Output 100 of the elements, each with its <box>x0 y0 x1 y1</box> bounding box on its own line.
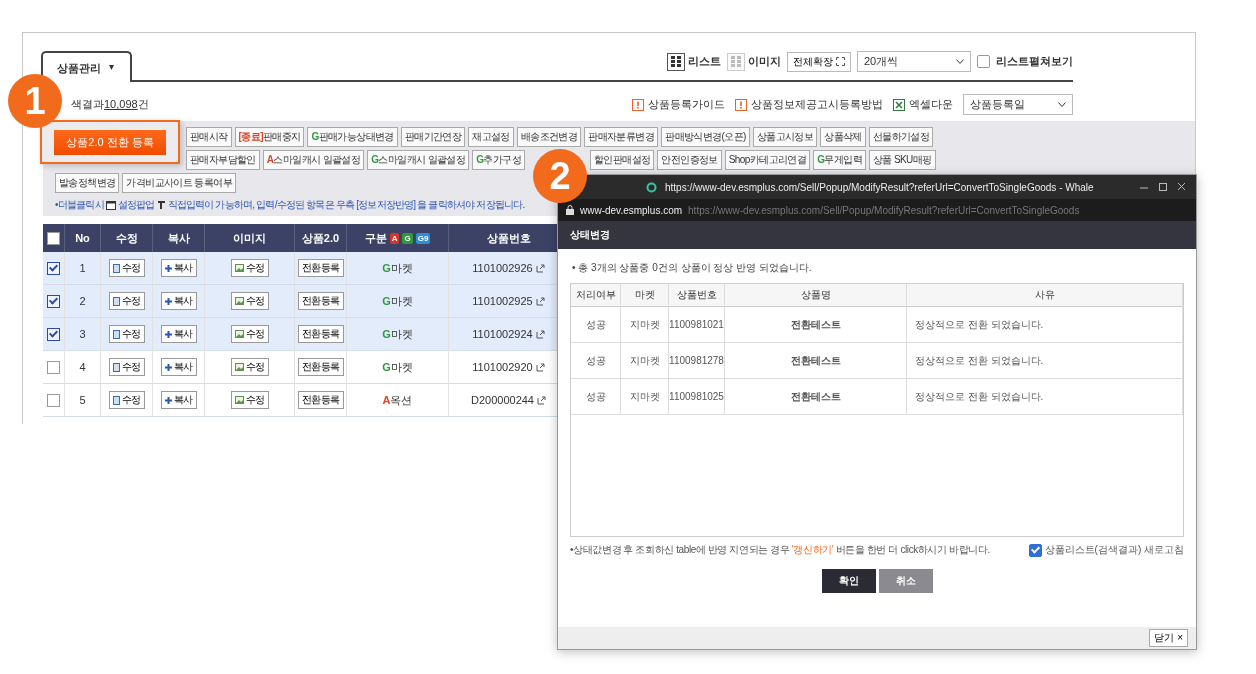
column-header: 복사 <box>153 224 205 252</box>
action-button[interactable]: 판매시작 <box>186 127 232 147</box>
result-message: • 총 3개의 상품중 0건의 상품이 정상 반영 되었습니다. <box>571 261 813 275</box>
column-header: No <box>65 224 101 252</box>
column-header: 구분 A G G9 <box>347 224 449 252</box>
convert-button[interactable]: 전환등록 <box>297 358 344 376</box>
market-badge: G9 <box>415 232 431 244</box>
action-button[interactable]: 상품 SKU매핑 <box>868 150 936 170</box>
sort-select[interactable]: 상품등록일 <box>963 94 1073 115</box>
address-domain: www-dev.esmplus.com <box>580 204 683 216</box>
action-button[interactable]: G추가구성 <box>472 150 525 170</box>
help-text: 직접입력이 가능하며, 입력/수정된 항목은 우측 [정보저장반영] 을 클릭하셔야 저장됩니다. <box>167 198 525 212</box>
refresh-label: 상품리스트(검색결과) 새로고침 <box>1044 543 1184 557</box>
copy-button[interactable]: 복사 <box>160 325 197 343</box>
window-title: https://www-dev.esmplus.com/Sell/Popup/ModifyResult?referUrl=ConvertToSingleGoods - Whale <box>665 181 1095 193</box>
table-cell: 지마켓 <box>621 379 669 415</box>
edit-button[interactable]: 수정 <box>108 325 145 343</box>
edit-button[interactable]: 수정 <box>108 358 145 376</box>
table-cell: G마켓 <box>347 285 449 318</box>
expand-button[interactable]: 전체확장 <box>787 51 851 72</box>
column-header: 상품2.0 <box>295 224 347 252</box>
table-cell: 4 <box>65 351 101 384</box>
convert-button[interactable]: 전환등록 <box>297 391 344 409</box>
market-badge: A <box>389 232 400 244</box>
guide-link[interactable]: 상품정보제공고시등록방법 <box>735 97 883 112</box>
table-cell: 1101002920 <box>472 361 533 373</box>
result-count: 색결과10,098건 <box>71 97 149 112</box>
table-cell: G마켓 <box>347 351 449 384</box>
action-button[interactable]: 판매자분류변경 <box>584 127 659 147</box>
list-expand-label: 리스트펼쳐보기 <box>996 54 1073 69</box>
action-button[interactable]: 판매방식변경(오픈) <box>661 127 750 147</box>
table-cell: 1 <box>65 252 101 285</box>
action-button[interactable]: 안전인증정보 <box>657 150 722 170</box>
table-cell: G마켓 <box>347 252 449 285</box>
action-button[interactable]: 재고설정 <box>468 127 514 147</box>
table-cell: 1100981025 <box>669 379 725 415</box>
table-cell: 1100981021 <box>669 307 725 343</box>
action-button[interactable]: G무게입력 <box>813 150 866 170</box>
action-button[interactable]: A스마일캐시 일괄설정 <box>262 150 365 170</box>
table-cell: 1101002925 <box>472 295 533 307</box>
table-cell: 성공 <box>571 343 621 379</box>
action-button[interactable]: 가격비교사이트 등록여부 <box>122 173 236 193</box>
confirm-button[interactable]: 확인 <box>821 569 876 593</box>
close-button[interactable]: 닫기 × <box>1149 629 1188 647</box>
image-edit-button[interactable]: 수정 <box>230 358 269 376</box>
popup-heading: 상태변경 <box>558 221 1196 249</box>
image-edit-button[interactable]: 수정 <box>230 259 269 277</box>
convert-button[interactable]: 전환등록 <box>297 259 344 277</box>
table-cell: 정상적으로 전환 되었습니다. <box>907 379 1183 415</box>
action-button[interactable]: G판매가능상태변경 <box>307 127 398 147</box>
table-cell: 지마켓 <box>621 307 669 343</box>
table-cell: 전환테스트 <box>725 379 907 415</box>
action-button[interactable]: 발송정책변경 <box>55 173 120 193</box>
table-cell: 2 <box>65 285 101 318</box>
action-button[interactable]: 판매기간연장 <box>400 127 466 147</box>
action-button[interactable]: [종료]판매중지 <box>234 127 305 147</box>
guide-link[interactable]: 상품등록가이드 <box>632 97 725 112</box>
copy-button[interactable]: 복사 <box>160 358 197 376</box>
table-cell: 지마켓 <box>621 343 669 379</box>
convert-button[interactable]: 전환등록 <box>297 325 344 343</box>
action-button[interactable]: 할인판매설정 <box>590 150 655 170</box>
action-button[interactable]: 선물하기설정 <box>868 127 934 147</box>
copy-button[interactable]: 복사 <box>160 391 197 409</box>
action-button[interactable]: G스마일캐시 일괄설정 <box>367 150 470 170</box>
copy-button[interactable]: 복사 <box>160 292 197 310</box>
table-cell: 1100981278 <box>669 343 725 379</box>
image-edit-button[interactable]: 수정 <box>230 325 269 343</box>
column-header: 이미지 <box>205 224 295 252</box>
table-cell: D200000244 <box>471 394 534 406</box>
image-edit-button[interactable]: 수정 <box>230 391 269 409</box>
column-header: 사유 <box>907 284 1183 307</box>
action-button[interactable]: 상품삭제 <box>820 127 866 147</box>
convert-button[interactable]: 전환등록 <box>297 292 344 310</box>
page-size-select[interactable]: 20개씩 <box>857 51 971 72</box>
table-cell: 1101002926 <box>472 262 533 274</box>
table-cell: 정상적으로 전환 되었습니다. <box>907 307 1183 343</box>
edit-button[interactable]: 수정 <box>108 259 145 277</box>
table-cell: 3 <box>65 318 101 351</box>
action-button[interactable]: 판매자부담할인 <box>186 150 260 170</box>
product-tab[interactable]: 상품관리 ▾ <box>41 51 133 82</box>
table-cell: 정상적으로 전환 되었습니다. <box>907 343 1183 379</box>
view-option[interactable]: 이미지 <box>727 52 781 71</box>
image-edit-button[interactable]: 수정 <box>230 292 269 310</box>
excel-download-link[interactable]: 엑셀다운 <box>893 97 953 112</box>
edit-button[interactable]: 수정 <box>108 391 145 409</box>
step-badge: 1 <box>8 74 62 128</box>
action-button[interactable]: Shop카테고리연결 <box>724 150 811 170</box>
table-cell: 성공 <box>571 379 621 415</box>
help-text: •더블클릭시 <box>55 198 104 212</box>
action-button[interactable]: 상품고시정보 <box>752 127 818 147</box>
column-header: 상품명 <box>725 284 907 307</box>
action-button[interactable]: 배송조건변경 <box>516 127 582 147</box>
table-cell: A옥션 <box>347 384 449 417</box>
table-cell: 전환테스트 <box>725 343 907 379</box>
edit-button[interactable]: 수정 <box>108 292 145 310</box>
column-header: 마켓 <box>621 284 669 307</box>
table-cell: 성공 <box>571 307 621 343</box>
table-cell: 1101002924 <box>472 328 533 340</box>
copy-button[interactable]: 복사 <box>160 259 197 277</box>
view-option[interactable]: 리스트 <box>667 52 721 71</box>
